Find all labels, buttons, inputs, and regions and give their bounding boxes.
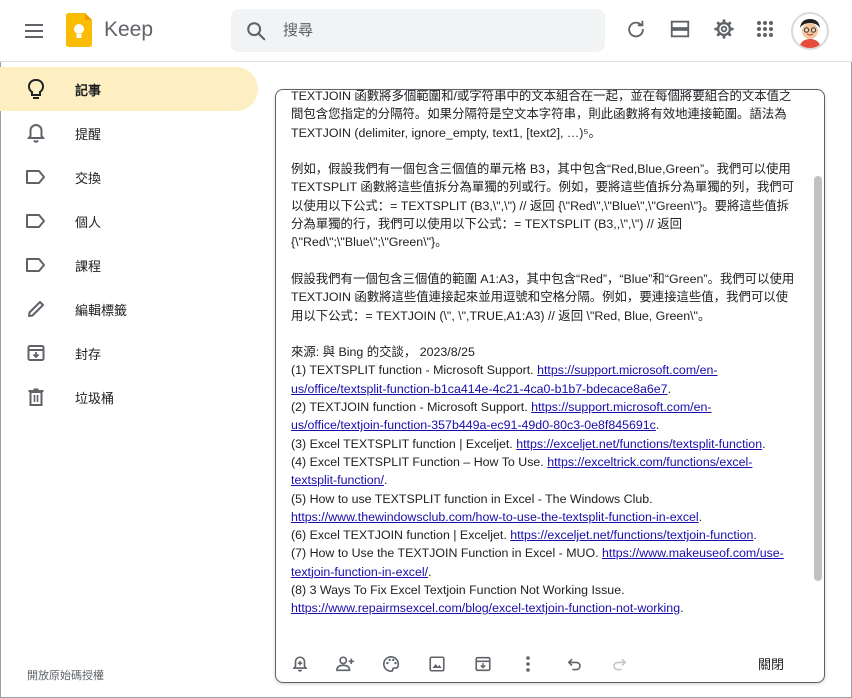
sidebar-item-label: 記事: [75, 83, 102, 98]
list-view-icon[interactable]: [668, 17, 692, 41]
avatar[interactable]: [791, 12, 829, 50]
reference-link[interactable]: https://www.repairmsexcel.com/blog/excel…: [291, 601, 680, 615]
reference-item: (3) Excel TEXTSPLIT function | Exceljet.…: [291, 435, 798, 453]
app-name[interactable]: Keep: [104, 18, 153, 42]
reference-link[interactable]: https://exceljet.net/functions/textjoin-…: [510, 528, 753, 542]
sidebar-item-notes[interactable]: 記事: [0, 67, 258, 111]
image-icon[interactable]: [426, 653, 448, 675]
note-paragraph: 例如，假設我們有一個包含三個值的單元格 B3，其中包含“Red,Blue,Gre…: [291, 162, 794, 250]
sidebar-item-archive[interactable]: 封存: [0, 331, 258, 375]
pencil-icon: [24, 297, 48, 321]
close-button[interactable]: 關閉: [748, 654, 794, 674]
archive-icon[interactable]: [472, 653, 494, 675]
reference-title: (2) TEXTJOIN function - Microsoft Suppor…: [291, 400, 532, 415]
sidebar-item-label-exchange[interactable]: 交換: [0, 155, 258, 199]
menu-icon[interactable]: [22, 19, 46, 43]
sidebar-item-label: 封存: [75, 347, 102, 362]
reference-item: (8) 3 Ways To Fix Excel Textjoin Functio…: [291, 581, 798, 618]
note-text[interactable]: TEXTJOIN 函數將多個範圍和/或字符串中的文本組合在一起，並在每個將要組合…: [291, 90, 798, 618]
apps-grid-icon[interactable]: [753, 17, 777, 41]
lightbulb-icon: [24, 77, 48, 101]
reference-punctuation: .: [383, 473, 388, 488]
refresh-icon[interactable]: [624, 17, 648, 41]
reference-title: (7) How to Use the TEXTJOIN Function in …: [291, 546, 602, 561]
open-source-license-link[interactable]: 開放原始碼授權: [27, 667, 104, 683]
scrollbar-thumb[interactable]: [814, 176, 822, 581]
note-editor[interactable]: TEXTJOIN 函數將多個範圍和/或字符串中的文本組合在一起，並在每個將要組合…: [275, 89, 825, 683]
reference-link[interactable]: https://exceljet.net/functions/textsplit…: [516, 437, 762, 451]
remind-me-icon[interactable]: [289, 653, 311, 675]
sidebar-item-trash[interactable]: 垃圾桶: [0, 375, 258, 419]
reference-punctuation: .: [428, 564, 432, 579]
reference-punctuation: .: [655, 418, 660, 433]
reference-punctuation: .: [762, 436, 766, 451]
search-input[interactable]: [283, 9, 583, 52]
label-icon: [24, 209, 48, 233]
reference-item: (2) TEXTJOIN function - Microsoft Suppor…: [291, 398, 798, 435]
reference-punctuation: .: [680, 601, 684, 616]
sidebar-item-label-personal[interactable]: 個人: [0, 199, 258, 243]
sidebar-item-label: 交換: [75, 171, 102, 186]
scrollbar-track[interactable]: [812, 90, 824, 644]
reference-item: (4) Excel TEXTSPLIT Function – How To Us…: [291, 453, 798, 490]
note-source: 來源: 與 Bing 的交談， 2023/8/25: [291, 345, 475, 360]
keep-logo-icon[interactable]: [66, 13, 92, 47]
reference-title: (3) Excel TEXTSPLIT function | Exceljet.: [291, 436, 517, 451]
collaborator-icon[interactable]: [334, 653, 356, 675]
reference-title: (5) How to use TEXTSPLIT function in Exc…: [291, 491, 653, 506]
sidebar-item-label: 編輯標籤: [75, 303, 128, 318]
sidebar-item-label: 課程: [75, 259, 102, 274]
search-icon[interactable]: [245, 20, 267, 42]
sidebar-item-label-course[interactable]: 課程: [0, 243, 258, 287]
reference-item: (7) How to Use the TEXTJOIN Function in …: [291, 544, 798, 581]
label-icon: [24, 253, 48, 277]
redo-icon: [609, 653, 631, 675]
search-bar[interactable]: [231, 9, 605, 52]
settings-icon[interactable]: [712, 17, 736, 41]
reference-punctuation: .: [698, 509, 703, 524]
reference-punctuation: .: [753, 528, 757, 543]
reference-item: (6) Excel TEXTJOIN function | Exceljet. …: [291, 526, 798, 544]
more-icon[interactable]: [517, 653, 539, 675]
bell-icon: [24, 121, 48, 145]
reference-link[interactable]: https://www.thewindowsclub.com/how-to-us…: [291, 510, 699, 524]
sidebar: 記事 提醒 交換 個人 課程 編輯標籤 封存 垃圾桶: [0, 62, 262, 698]
reference-item: (5) How to use TEXTSPLIT function in Exc…: [291, 490, 798, 527]
note-body[interactable]: TEXTJOIN 函數將多個範圍和/或字符串中的文本組合在一起，並在每個將要組合…: [276, 90, 814, 644]
note-toolbar: 關閉: [276, 644, 824, 682]
reference-title: (6) Excel TEXTJOIN function | Exceljet.: [291, 528, 511, 543]
trash-icon: [24, 385, 48, 409]
reference-title: (4) Excel TEXTSPLIT Function – How To Us…: [291, 454, 548, 469]
sidebar-item-label: 提醒: [75, 127, 102, 142]
sidebar-item-label: 個人: [75, 215, 102, 230]
archive-icon: [24, 341, 48, 365]
reference-item: (1) TEXTSPLIT function - Microsoft Suppo…: [291, 361, 798, 398]
sidebar-item-label: 垃圾桶: [75, 391, 115, 406]
label-icon: [24, 165, 48, 189]
undo-icon[interactable]: [563, 653, 585, 675]
reference-list: (1) TEXTSPLIT function - Microsoft Suppo…: [291, 361, 798, 617]
reference-title: (1) TEXTSPLIT function - Microsoft Suppo…: [291, 363, 538, 378]
note-paragraph: TEXTJOIN 函數將多個範圍和/或字符串中的文本組合在一起，並在每個將要組合…: [291, 90, 792, 140]
header: Keep: [0, 0, 852, 62]
reference-title: (8) 3 Ways To Fix Excel Textjoin Functio…: [291, 583, 625, 598]
sidebar-item-edit-labels[interactable]: 編輯標籤: [0, 287, 258, 331]
reference-punctuation: .: [667, 381, 672, 396]
palette-icon[interactable]: [380, 653, 402, 675]
sidebar-item-reminders[interactable]: 提醒: [0, 111, 258, 155]
note-paragraph: 假設我們有一個包含三個值的範圍 A1:A3，其中包含“Red”，“Blue”和“…: [291, 271, 795, 323]
